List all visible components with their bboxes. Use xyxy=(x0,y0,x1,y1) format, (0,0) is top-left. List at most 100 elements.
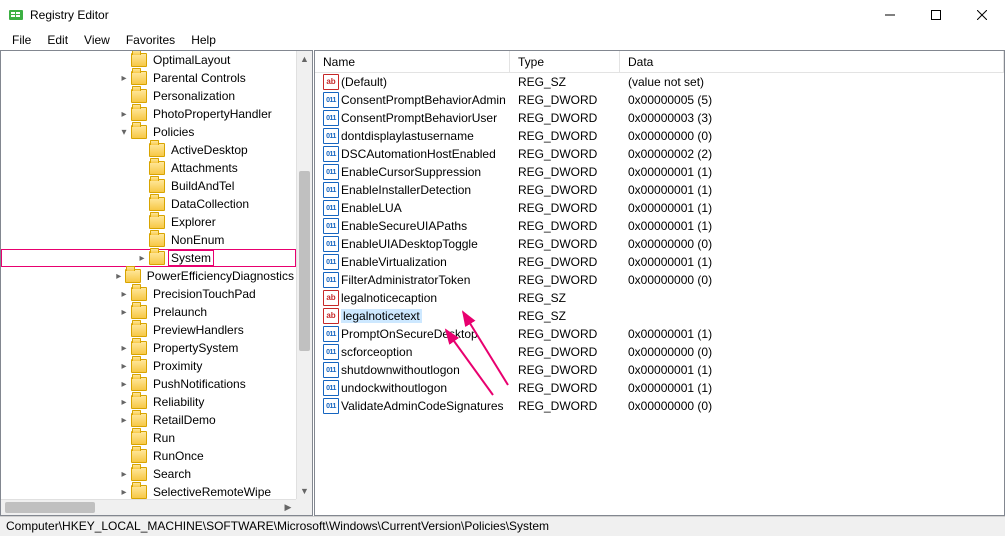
tree-item[interactable]: Personalization xyxy=(1,87,296,105)
dword-value-icon xyxy=(323,164,339,180)
tree-pane[interactable]: OptimalLayout▸Parental ControlsPersonali… xyxy=(0,50,313,516)
value-row[interactable]: shutdownwithoutlogonREG_DWORD0x00000001 … xyxy=(315,361,1004,379)
expand-icon[interactable]: ▸ xyxy=(117,307,131,318)
tree-item[interactable]: ▸Parental Controls xyxy=(1,69,296,87)
value-row[interactable]: EnableUIADesktopToggleREG_DWORD0x0000000… xyxy=(315,235,1004,253)
value-data: 0x00000000 (0) xyxy=(620,399,1004,413)
value-name: EnableInstallerDetection xyxy=(341,183,471,197)
expand-icon[interactable]: ▸ xyxy=(117,361,131,372)
tree-item[interactable]: PreviewHandlers xyxy=(1,321,296,339)
value-row[interactable]: dontdisplaylastusernameREG_DWORD0x000000… xyxy=(315,127,1004,145)
close-button[interactable] xyxy=(959,0,1005,30)
column-header-data[interactable]: Data xyxy=(620,51,1004,72)
menu-edit[interactable]: Edit xyxy=(39,31,76,49)
tree-item[interactable]: ▸SelectiveRemoteWipe xyxy=(1,483,296,499)
tree-item[interactable]: ▸PowerEfficiencyDiagnostics xyxy=(1,267,296,285)
tree-item[interactable]: ActiveDesktop xyxy=(1,141,296,159)
folder-icon xyxy=(131,341,147,355)
value-row[interactable]: scforceoptionREG_DWORD0x00000000 (0) xyxy=(315,343,1004,361)
tree-item[interactable]: ▸Prelaunch xyxy=(1,303,296,321)
tree-item[interactable]: ▸PushNotifications xyxy=(1,375,296,393)
value-row[interactable]: EnableVirtualizationREG_DWORD0x00000001 … xyxy=(315,253,1004,271)
value-row[interactable]: ConsentPromptBehaviorAdminREG_DWORD0x000… xyxy=(315,91,1004,109)
dword-value-icon xyxy=(323,362,339,378)
expand-icon[interactable]: ▸ xyxy=(117,73,131,84)
scroll-right-icon[interactable]: ▶ xyxy=(280,500,296,515)
expand-icon[interactable]: ▸ xyxy=(117,289,131,300)
menu-help[interactable]: Help xyxy=(183,31,224,49)
value-type: REG_DWORD xyxy=(510,147,620,161)
tree-item[interactable]: ▸PhotoPropertyHandler xyxy=(1,105,296,123)
tree-item[interactable]: RunOnce xyxy=(1,447,296,465)
list-header[interactable]: Name Type Data xyxy=(315,51,1004,73)
minimize-button[interactable] xyxy=(867,0,913,30)
tree-item[interactable]: Explorer xyxy=(1,213,296,231)
menu-favorites[interactable]: Favorites xyxy=(118,31,183,49)
tree-item[interactable]: ▸RetailDemo xyxy=(1,411,296,429)
value-row[interactable]: ConsentPromptBehaviorUserREG_DWORD0x0000… xyxy=(315,109,1004,127)
value-data: 0x00000002 (2) xyxy=(620,147,1004,161)
dword-value-icon xyxy=(323,92,339,108)
value-row[interactable]: legalnoticecaptionREG_SZ xyxy=(315,289,1004,307)
tree-item[interactable]: Attachments xyxy=(1,159,296,177)
list-pane[interactable]: Name Type Data (Default)REG_SZ(value not… xyxy=(314,50,1005,516)
value-row[interactable]: EnableSecureUIAPathsREG_DWORD0x00000001 … xyxy=(315,217,1004,235)
value-data: 0x00000001 (1) xyxy=(620,219,1004,233)
value-data: 0x00000000 (0) xyxy=(620,345,1004,359)
tree-item[interactable]: ▾Policies xyxy=(1,123,296,141)
tree-item-label: PrecisionTouchPad xyxy=(151,287,258,301)
value-row[interactable]: undockwithoutlogonREG_DWORD0x00000001 (1… xyxy=(315,379,1004,397)
expand-icon[interactable]: ▸ xyxy=(135,253,149,264)
expand-icon[interactable]: ▾ xyxy=(117,127,131,138)
tree-item[interactable]: ▸PropertySystem xyxy=(1,339,296,357)
value-row[interactable]: DSCAutomationHostEnabled REG_DWORD0x00000… xyxy=(315,145,1004,163)
app-icon xyxy=(8,7,24,23)
expand-icon[interactable]: ▸ xyxy=(117,469,131,480)
tree-horizontal-scrollbar[interactable]: ◀ ▶ xyxy=(1,499,296,515)
content-area: OptimalLayout▸Parental ControlsPersonali… xyxy=(0,50,1005,516)
tree-item[interactable]: NonEnum xyxy=(1,231,296,249)
menu-file[interactable]: File xyxy=(4,31,39,49)
scrollbar-thumb[interactable] xyxy=(299,171,310,351)
tree-item[interactable]: OptimalLayout xyxy=(1,51,296,69)
value-row[interactable]: (Default)REG_SZ(value not set) xyxy=(315,73,1004,91)
value-row[interactable]: EnableCursorSuppressionREG_DWORD0x000000… xyxy=(315,163,1004,181)
scrollbar-corner xyxy=(296,499,312,515)
menu-view[interactable]: View xyxy=(76,31,118,49)
value-row[interactable]: legalnoticetextREG_SZ xyxy=(315,307,1004,325)
value-row[interactable]: PromptOnSecureDesktopREG_DWORD0x00000001… xyxy=(315,325,1004,343)
tree-item[interactable]: ▸ PrecisionTouchPad xyxy=(1,285,296,303)
expand-icon[interactable]: ▸ xyxy=(117,487,131,498)
scroll-up-icon[interactable]: ▲ xyxy=(297,51,312,67)
value-name: (Default) xyxy=(341,75,387,89)
scroll-down-icon[interactable]: ▼ xyxy=(297,483,312,499)
expand-icon[interactable]: ▸ xyxy=(117,379,131,390)
tree-vertical-scrollbar[interactable]: ▲ ▼ xyxy=(296,51,312,499)
tree-item[interactable]: ▸ Proximity xyxy=(1,357,296,375)
column-header-type[interactable]: Type xyxy=(510,51,620,72)
value-name: DSCAutomationHostEnabled xyxy=(341,147,496,161)
tree-item[interactable]: DataCollection xyxy=(1,195,296,213)
string-value-icon xyxy=(323,308,339,324)
tree-item[interactable]: BuildAndTel xyxy=(1,177,296,195)
expand-icon[interactable]: ▸ xyxy=(112,271,125,282)
value-row[interactable]: EnableInstallerDetectionREG_DWORD0x00000… xyxy=(315,181,1004,199)
folder-icon xyxy=(131,449,147,463)
value-row[interactable]: ValidateAdminCodeSignaturesREG_DWORD0x00… xyxy=(315,397,1004,415)
value-name: undockwithoutlogon xyxy=(341,381,447,395)
expand-icon[interactable]: ▸ xyxy=(117,343,131,354)
expand-icon[interactable]: ▸ xyxy=(117,415,131,426)
expand-icon[interactable]: ▸ xyxy=(117,109,131,120)
tree-item[interactable]: Run xyxy=(1,429,296,447)
tree-item[interactable]: ▸Reliability xyxy=(1,393,296,411)
value-row[interactable]: EnableLUAREG_DWORD0x00000001 (1) xyxy=(315,199,1004,217)
scrollbar-thumb[interactable] xyxy=(5,502,95,513)
value-row[interactable]: FilterAdministratorTokenREG_DWORD0x00000… xyxy=(315,271,1004,289)
expand-icon[interactable]: ▸ xyxy=(117,397,131,408)
maximize-button[interactable] xyxy=(913,0,959,30)
tree-item[interactable]: ▸Search xyxy=(1,465,296,483)
folder-icon xyxy=(131,485,147,499)
column-header-name[interactable]: Name xyxy=(315,51,510,72)
tree-item-label: Proximity xyxy=(151,359,204,373)
tree-item[interactable]: ▸System xyxy=(1,249,296,267)
